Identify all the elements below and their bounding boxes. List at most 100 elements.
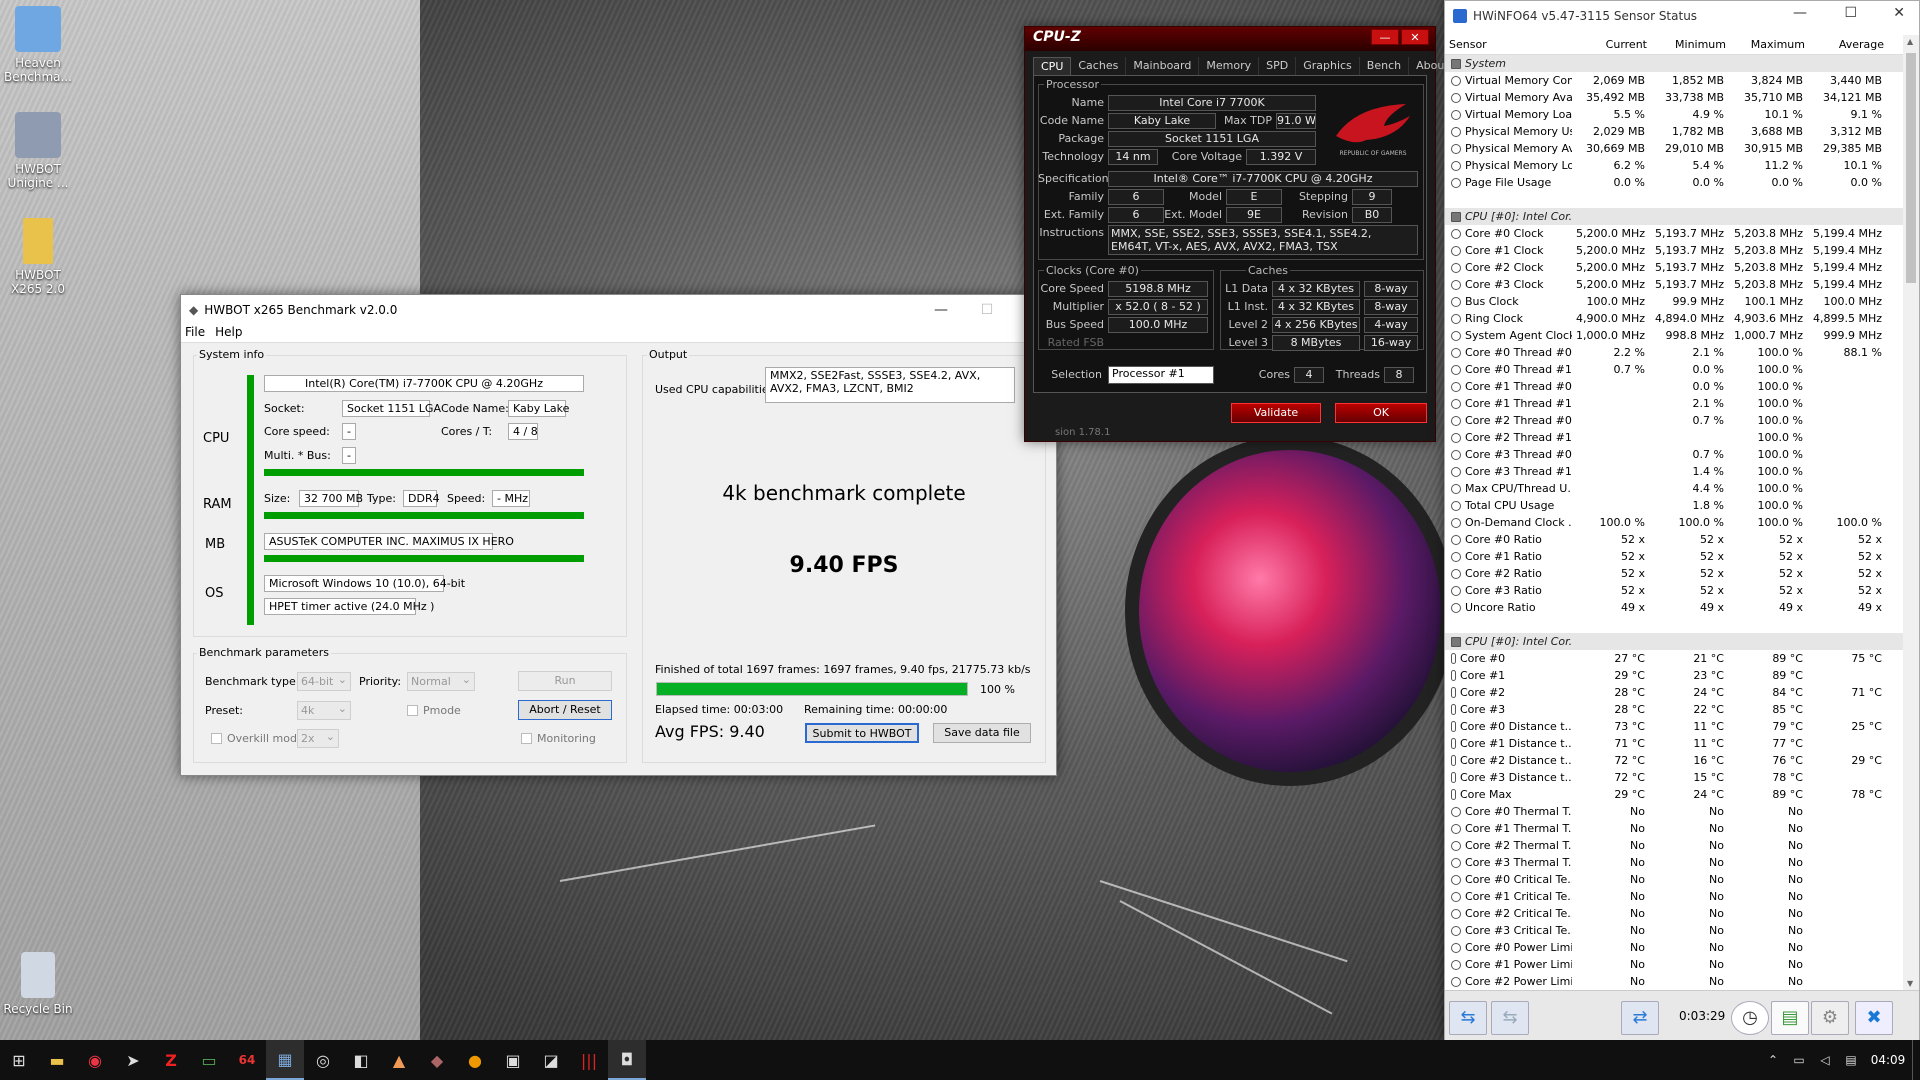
photo-app-icon[interactable]: ▣ bbox=[494, 1040, 532, 1080]
sensor-row[interactable]: Core #1 Ratio 52 x 52 x 52 x 52 x bbox=[1445, 548, 1903, 565]
sensor-row[interactable]: Physical Memory Load 6.2 % 5.4 % 11.2 % 10.1… bbox=[1445, 157, 1903, 174]
sensor-row[interactable]: On-Demand Clock ... 100.0 % 100.0 % 100.0 %… bbox=[1445, 514, 1903, 531]
sensor-row[interactable]: Core #0 Distance t... 73 °C 11 °C 79 °C 25 °… bbox=[1445, 718, 1903, 735]
col-average[interactable]: Average bbox=[1809, 35, 1888, 54]
processor-select[interactable]: Processor #1 bbox=[1108, 366, 1214, 384]
sensor-section-header[interactable]: CPU [#0]: Intel Cor... bbox=[1445, 633, 1903, 650]
pointer-app-icon[interactable]: ➤ bbox=[114, 1040, 152, 1080]
sensor-row[interactable]: Core #1 29 °C 23 °C 89 °C bbox=[1445, 667, 1903, 684]
desktop-icon-recycle-bin[interactable]: Recycle Bin bbox=[0, 952, 76, 1016]
clock-icon[interactable]: ◷ bbox=[1731, 1001, 1769, 1035]
gpu-tool-icon[interactable]: ▭ bbox=[190, 1040, 228, 1080]
tab-caches[interactable]: Caches bbox=[1071, 57, 1127, 75]
benchmark-type-select[interactable]: 64-bit bbox=[297, 671, 351, 691]
cpuz-minimize-button[interactable]: — bbox=[1371, 29, 1399, 45]
cpuz-taskbar-icon[interactable]: Z bbox=[152, 1040, 190, 1080]
validate-button[interactable]: Validate bbox=[1231, 403, 1321, 423]
sensor-row[interactable]: Core #1 Critical Te... No No No bbox=[1445, 888, 1903, 905]
sensor-row[interactable]: Core #1 Clock 5,200.0 MHz 5,193.7 MHz 5,203… bbox=[1445, 242, 1903, 259]
hwinfo-taskbar-icon[interactable]: ▦ bbox=[266, 1040, 304, 1080]
sensor-row[interactable]: Core Max 29 °C 24 °C 89 °C 78 °C bbox=[1445, 786, 1903, 803]
tab-mainboard[interactable]: Mainboard bbox=[1126, 57, 1200, 75]
sensor-row[interactable]: Physical Memory Used 2,029 MB 1,782 MB 3,68… bbox=[1445, 123, 1903, 140]
sensor-row[interactable]: Core #3 Ratio 52 x 52 x 52 x 52 x bbox=[1445, 582, 1903, 599]
save-data-file-button[interactable]: Save data file bbox=[933, 723, 1031, 743]
sensor-row[interactable]: Core #1 Distance t... 71 °C 11 °C 77 °C bbox=[1445, 735, 1903, 752]
sensor-row[interactable]: Max CPU/Thread U... 4.4 % 100.0 % bbox=[1445, 480, 1903, 497]
sensor-section-header[interactable]: System bbox=[1445, 55, 1903, 72]
col-minimum[interactable]: Minimum bbox=[1651, 35, 1730, 54]
abort-reset-button[interactable]: Abort / Reset bbox=[518, 700, 612, 720]
pmode-checkbox[interactable] bbox=[407, 705, 418, 716]
start-windows-icon[interactable]: ⊞ bbox=[0, 1040, 38, 1080]
orange-app-icon[interactable]: ● bbox=[456, 1040, 494, 1080]
taskbar-clock[interactable]: 04:09 bbox=[1864, 1053, 1912, 1067]
sensor-row[interactable]: Core #0 Critical Te... No No No bbox=[1445, 871, 1903, 888]
close-sensors-icon[interactable]: ✖ bbox=[1855, 1001, 1893, 1035]
game-app-icon[interactable]: ◆ bbox=[418, 1040, 456, 1080]
sensor-row[interactable]: Core #0 Thermal T... No No No bbox=[1445, 803, 1903, 820]
sensor-row[interactable]: Bus Clock 100.0 MHz 99.9 MHz 100.1 MHz 100.0… bbox=[1445, 293, 1903, 310]
sensor-row[interactable]: System Agent Clock 1,000.0 MHz 998.8 MHz 1,… bbox=[1445, 327, 1903, 344]
sensor-row[interactable]: Core #3 Critical Te... No No No bbox=[1445, 922, 1903, 939]
overkill-checkbox[interactable] bbox=[211, 733, 222, 744]
sensor-row[interactable]: Core #2 Clock 5,200.0 MHz 5,193.7 MHz 5,203… bbox=[1445, 259, 1903, 276]
tab-graphics[interactable]: Graphics bbox=[1296, 57, 1360, 75]
overkill-select[interactable]: 2x bbox=[297, 728, 339, 748]
sensor-row[interactable]: Core #0 27 °C 21 °C 89 °C 75 °C bbox=[1445, 650, 1903, 667]
tray-chevron-icon[interactable]: ⌃ bbox=[1760, 1040, 1786, 1080]
monitor-app-icon[interactable]: ◎ bbox=[304, 1040, 342, 1080]
tab-bench[interactable]: Bench bbox=[1360, 57, 1410, 75]
sensor-row[interactable]: Core #3 Thermal T... No No No bbox=[1445, 854, 1903, 871]
sensor-row[interactable]: Core #2 Thread #1... 100.0 % bbox=[1445, 429, 1903, 446]
tab-spd[interactable]: SPD bbox=[1259, 57, 1297, 75]
collapse-arrows-icon[interactable]: ⇆ bbox=[1491, 1001, 1529, 1035]
scroll-up-icon[interactable]: ▲ bbox=[1907, 37, 1913, 46]
sensor-row[interactable]: Core #0 Thread #1... 0.7 % 0.0 % 100.0 % bbox=[1445, 361, 1903, 378]
sensor-row[interactable]: Core #0 Thread #0... 2.2 % 2.1 % 100.0 % 88.… bbox=[1445, 344, 1903, 361]
sensor-row[interactable]: Core #2 Distance t... 72 °C 16 °C 76 °C 29 °… bbox=[1445, 752, 1903, 769]
sensor-row[interactable]: Core #0 Ratio 52 x 52 x 52 x 52 x bbox=[1445, 531, 1903, 548]
sensor-row[interactable]: Core #3 Clock 5,200.0 MHz 5,193.7 MHz 5,203… bbox=[1445, 276, 1903, 293]
sensor-row[interactable]: Uncore Ratio 49 x 49 x 49 x 49 x bbox=[1445, 599, 1903, 616]
red-bars-app-icon[interactable]: ||| bbox=[570, 1040, 608, 1080]
sensor-row[interactable]: Core #2 Thread #0... 0.7 % 100.0 % bbox=[1445, 412, 1903, 429]
add-report-icon[interactable]: ▤ bbox=[1771, 1001, 1809, 1035]
col-sensor[interactable]: Sensor bbox=[1445, 35, 1572, 54]
cpuz-close-button[interactable]: ✕ bbox=[1401, 29, 1429, 45]
sensor-section-header[interactable]: CPU [#0]: Intel Cor... bbox=[1445, 208, 1903, 225]
disk-app-icon[interactable]: ◪ bbox=[532, 1040, 570, 1080]
desktop-icon-heaven[interactable]: Heaven Benchma... bbox=[0, 6, 76, 84]
tray-volume-icon[interactable]: ◁ bbox=[1812, 1040, 1838, 1080]
settings-gear-icon[interactable]: ⚙ bbox=[1811, 1001, 1849, 1035]
tray-keyboard-icon[interactable]: ▤ bbox=[1838, 1040, 1864, 1080]
maximize-button[interactable]: ☐ bbox=[964, 295, 1010, 325]
minimize-button[interactable]: — bbox=[918, 295, 964, 325]
hwinfo-maximize-button[interactable]: ☐ bbox=[1844, 5, 1857, 21]
aida64-icon[interactable]: 64 bbox=[228, 1040, 266, 1080]
run-button[interactable]: Run bbox=[518, 671, 612, 691]
sensor-row[interactable]: Virtual Memory Avai... 35,492 MB 33,738 MB… bbox=[1445, 89, 1903, 106]
file-explorer-icon[interactable]: ▬ bbox=[38, 1040, 76, 1080]
tray-network-icon[interactable]: ▭ bbox=[1786, 1040, 1812, 1080]
sensor-row[interactable]: Page File Usage 0.0 % 0.0 % 0.0 % 0.0 % bbox=[1445, 174, 1903, 191]
sensor-scrollbar[interactable]: ▲ ▼ bbox=[1903, 35, 1919, 990]
sensor-row[interactable]: Virtual Memory Load 5.5 % 4.9 % 10.1 % 9.1 % bbox=[1445, 106, 1903, 123]
sensor-row[interactable]: Core #2 Thermal T... No No No bbox=[1445, 837, 1903, 854]
tab-cpu[interactable]: CPU bbox=[1033, 57, 1072, 75]
tab-memory[interactable]: Memory bbox=[1199, 57, 1260, 75]
hwinfo-close-button[interactable]: ✕ bbox=[1893, 5, 1905, 21]
sensor-row[interactable]: Ring Clock 4,900.0 MHz 4,894.0 MHz 4,903.6 … bbox=[1445, 310, 1903, 327]
priority-select[interactable]: Normal bbox=[407, 671, 475, 691]
menu-help[interactable]: Help bbox=[215, 325, 242, 342]
expand-arrows-icon[interactable]: ⇆ bbox=[1449, 1001, 1487, 1035]
sensor-row[interactable]: Core #1 Thermal T... No No No bbox=[1445, 820, 1903, 837]
col-maximum[interactable]: Maximum bbox=[1730, 35, 1809, 54]
sensor-row[interactable]: Core #2 Power Limi... No No No bbox=[1445, 973, 1903, 990]
sensor-row[interactable]: Core #0 Power Limi... No No No bbox=[1445, 939, 1903, 956]
sensor-row[interactable]: Core #3 Thread #0... 0.7 % 100.0 % bbox=[1445, 446, 1903, 463]
sensor-row[interactable]: Core #2 Ratio 52 x 52 x 52 x 52 x bbox=[1445, 565, 1903, 582]
sensor-row[interactable]: Core #1 Thread #1... 2.1 % 100.0 % bbox=[1445, 395, 1903, 412]
scrollbar-thumb[interactable] bbox=[1906, 53, 1916, 283]
chrome-icon[interactable]: ◉ bbox=[76, 1040, 114, 1080]
